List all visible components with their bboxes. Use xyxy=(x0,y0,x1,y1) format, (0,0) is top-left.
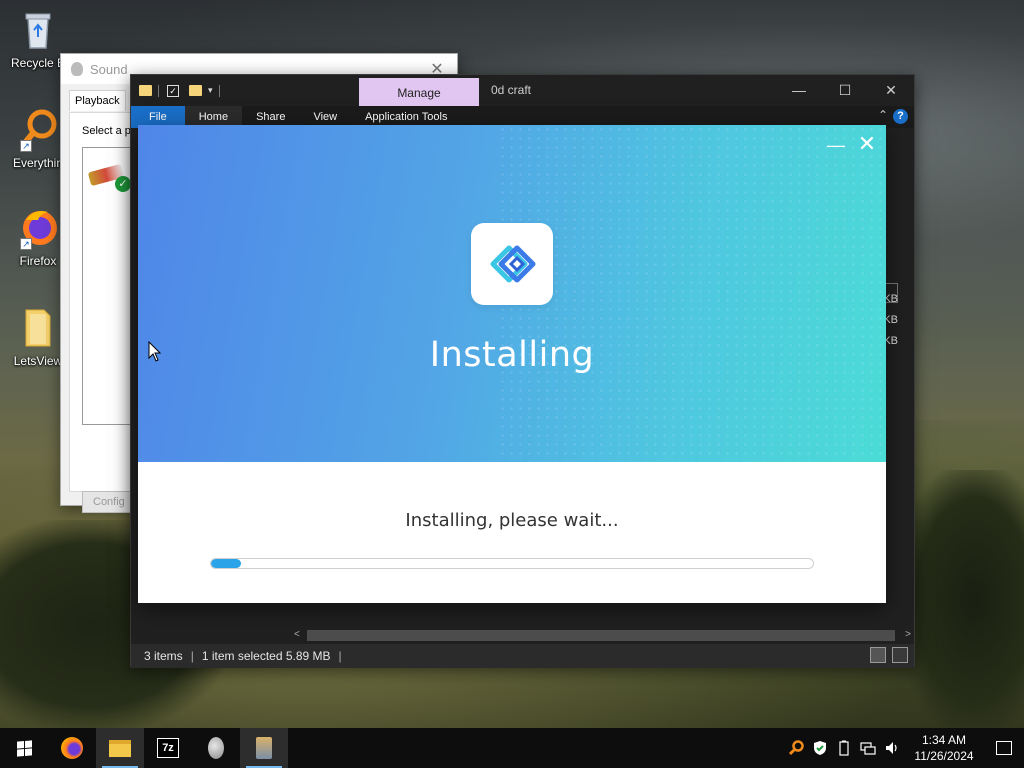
large-icons-view-icon[interactable] xyxy=(892,647,908,663)
installer-title: Installing xyxy=(429,335,595,375)
taskbar-installer[interactable] xyxy=(240,728,288,768)
taskbar-app-leaf[interactable] xyxy=(192,728,240,768)
system-tray: 1:34 AM 11/26/2024 xyxy=(784,728,1024,768)
file-explorer-icon xyxy=(109,739,131,757)
explorer-titlebar[interactable]: ✓ ▾ Manage 0d craft — ☐ ✕ xyxy=(131,75,914,106)
firefox-icon: ↗ xyxy=(18,206,58,250)
scrollbar-thumb[interactable] xyxy=(307,630,895,641)
installer-hero[interactable]: — ✕ Installing xyxy=(138,125,886,462)
battery-icon[interactable] xyxy=(832,728,856,768)
start-button[interactable] xyxy=(0,728,48,768)
taskbar: 7z 1:34 AM 11/26/2024 xyxy=(0,728,1024,768)
help-icon[interactable]: ? xyxy=(893,109,908,124)
install-progress-fill xyxy=(211,559,242,568)
taskbar-firefox[interactable] xyxy=(48,728,96,768)
new-folder-icon[interactable] xyxy=(189,85,202,96)
tab-manage[interactable]: Manage xyxy=(359,78,479,106)
wallpaper-tree-right xyxy=(900,470,1024,730)
select-device-label: Select a p xyxy=(82,125,131,137)
speaker-icon xyxy=(71,62,83,76)
quick-access-toolbar: ✓ ▾ xyxy=(131,84,228,97)
installer-window: — ✕ Installing Installing, please wait..… xyxy=(138,125,886,603)
view-switcher xyxy=(870,647,908,663)
sound-tabs: Playback xyxy=(69,90,126,111)
scroll-left-icon[interactable]: < xyxy=(294,628,300,642)
status-bar: 3 items | 1 item selected 5.89 MB | xyxy=(131,644,914,668)
maximize-button[interactable]: ☐ xyxy=(822,75,868,105)
window-title: 0d craft xyxy=(491,83,532,97)
installer-close-button[interactable]: ✕ xyxy=(856,133,878,155)
volume-icon[interactable] xyxy=(880,728,904,768)
taskbar-7zip[interactable]: 7z xyxy=(144,728,192,768)
clock[interactable]: 1:34 AM 11/26/2024 xyxy=(904,732,984,764)
everything-tray-icon[interactable] xyxy=(784,728,808,768)
folder-icon xyxy=(139,85,152,96)
window-controls: — ☐ ✕ xyxy=(776,75,914,105)
network-icon[interactable] xyxy=(856,728,880,768)
firefox-icon xyxy=(61,737,83,759)
recycle-bin-icon xyxy=(18,8,58,52)
installer-status-text: Installing, please wait... xyxy=(405,510,619,531)
sound-title: Sound xyxy=(90,61,128,77)
everything-search-icon: ↗ xyxy=(18,108,58,152)
properties-icon[interactable]: ✓ xyxy=(167,84,179,97)
taskbar-file-explorer[interactable] xyxy=(96,728,144,768)
7zip-icon: 7z xyxy=(157,738,179,758)
item-count: 3 items xyxy=(144,649,183,663)
customize-dropdown-icon[interactable]: ▾ xyxy=(208,85,213,96)
collapse-ribbon-icon[interactable]: ⌃ xyxy=(878,108,888,122)
scroll-right-icon[interactable]: > xyxy=(905,628,911,642)
installer-minimize-button[interactable]: — xyxy=(827,135,845,155)
details-view-icon[interactable] xyxy=(870,647,886,663)
shortcut-arrow-icon: ↗ xyxy=(20,238,32,250)
selection-info: 1 item selected 5.89 MB xyxy=(201,649,331,663)
install-progress-bar xyxy=(210,558,814,569)
tab-playback[interactable]: Playback xyxy=(69,90,126,111)
close-button[interactable]: ✕ xyxy=(868,75,914,105)
minimize-button[interactable]: — xyxy=(776,75,822,105)
app-leaf-icon xyxy=(208,737,224,759)
audio-device-icon[interactable]: ✓ xyxy=(87,160,131,192)
shortcut-arrow-icon: ↗ xyxy=(20,140,32,152)
horizontal-scrollbar[interactable]: < > xyxy=(291,628,914,642)
file-list-edge: KB KB KB xyxy=(883,128,914,648)
windows-logo-icon xyxy=(16,739,32,757)
clock-time: 1:34 AM xyxy=(921,733,967,747)
navigation-pane xyxy=(131,605,291,643)
mouse-cursor-icon xyxy=(148,341,162,362)
notification-center-icon[interactable] xyxy=(984,728,1024,768)
letsview-logo-icon xyxy=(471,223,553,305)
installer-app-icon xyxy=(256,737,272,759)
security-shield-icon[interactable] xyxy=(808,728,832,768)
clock-date: 11/26/2024 xyxy=(914,749,974,763)
folder-icon xyxy=(18,306,58,350)
default-device-check-icon: ✓ xyxy=(115,176,131,192)
